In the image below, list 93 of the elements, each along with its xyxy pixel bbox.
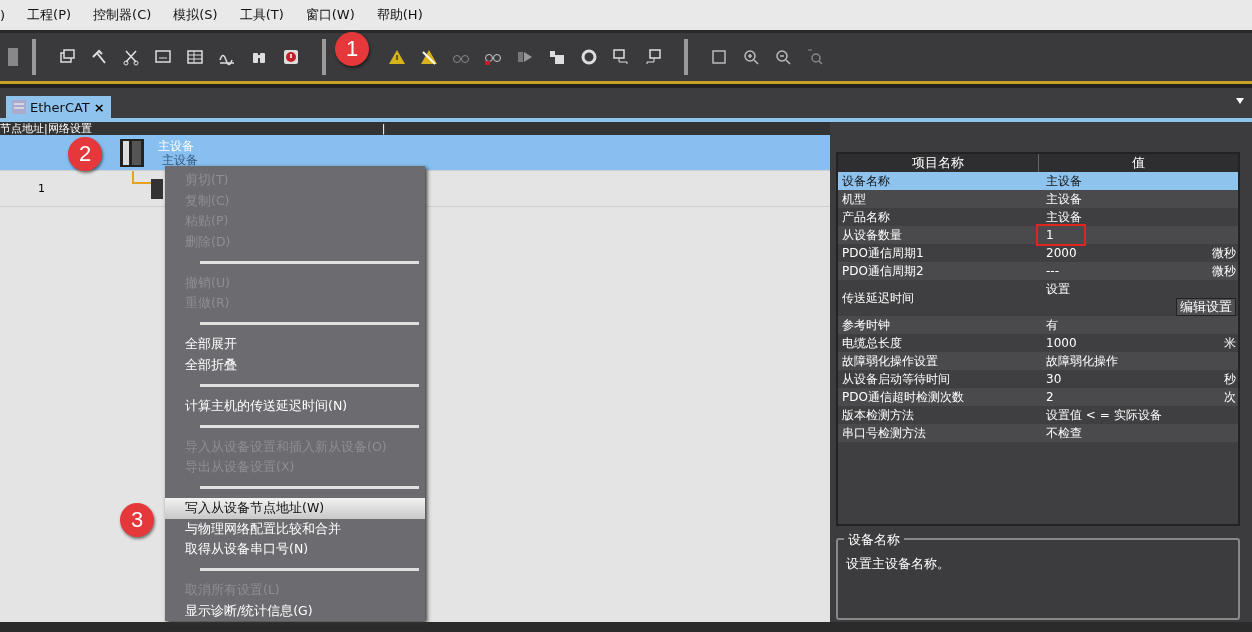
menu-item[interactable]: 与物理网络配置比较和合并 [165, 518, 425, 539]
description-text: 设置主设备名称。 [846, 556, 950, 571]
property-row[interactable]: 传送延迟时间 设置 编辑设置 [838, 280, 1238, 316]
property-value: 主设备 [1045, 209, 1082, 226]
dropdown-icon[interactable] [1236, 98, 1244, 104]
property-name: PDO通信周期2 [841, 263, 925, 280]
property-row[interactable]: PDO通信超时检测次数 2 次 [838, 388, 1238, 406]
menu-item[interactable]: 工程(P) [27, 6, 72, 24]
menu-item[interactable]: 全部展开 [165, 334, 425, 355]
property-row[interactable]: PDO通信周期2 --- 微秒 [838, 262, 1238, 280]
node-address: 1 [37, 182, 45, 195]
property-unit: 微秒 [1212, 263, 1236, 280]
connector-line [131, 171, 151, 185]
property-name: 产品名称 [841, 209, 891, 226]
property-value: 故障弱化操作 [1045, 353, 1118, 370]
slave-device-icon [151, 178, 163, 199]
property-name: 设备名称 [841, 173, 891, 190]
menu-item[interactable]: 全部折叠 [165, 354, 425, 375]
window-icon[interactable] [58, 48, 76, 66]
close-button[interactable]: × [93, 99, 105, 115]
property-value: 不检查 [1045, 425, 1082, 442]
property-row[interactable]: 电缆总长度 1000 米 [838, 334, 1238, 352]
property-value: 1 [1038, 226, 1084, 244]
property-name: PDO通信超时检测次数 [841, 389, 965, 406]
property-unit: 秒 [1224, 371, 1236, 388]
menu-item[interactable]: 窗口(W) [305, 6, 355, 24]
property-name: PDO通信周期1 [841, 245, 925, 262]
network-compare-icon[interactable] [644, 48, 662, 66]
menu-item[interactable]: 帮助(H) [376, 6, 423, 24]
property-value: 设置 [1045, 281, 1071, 298]
network-icon[interactable] [612, 48, 630, 66]
edit-settings-button[interactable]: 编辑设置 [1176, 298, 1236, 316]
property-name: 版本检测方法 [841, 407, 915, 424]
menu-item[interactable]: 模拟(S) [173, 6, 218, 24]
property-name: 传送延迟时间 [841, 290, 915, 307]
property-value: 有 [1045, 317, 1058, 334]
property-row[interactable]: 从设备数量 1 [838, 226, 1238, 244]
monitor-icon[interactable] [154, 48, 172, 66]
property-unit: 米 [1224, 335, 1236, 352]
property-value: 主设备 [1045, 173, 1082, 190]
property-name: 从设备数量 [841, 227, 903, 244]
property-row[interactable]: 机型 主设备 [838, 190, 1238, 208]
column-header: 节点地址|网络设置 [0, 122, 92, 135]
property-row[interactable]: 产品名称 主设备 [838, 208, 1238, 226]
property-row[interactable]: 参考时钟 有 [838, 316, 1238, 334]
property-name: 从设备启动等待时间 [841, 371, 951, 388]
column-divider[interactable]: | [381, 122, 386, 135]
property-row[interactable]: 设备名称 主设备 [838, 172, 1238, 190]
scissors-icon[interactable] [122, 48, 140, 66]
zoom-reset-icon[interactable] [806, 48, 824, 66]
tab[interactable]: EtherCAT × [6, 96, 111, 118]
property-row[interactable]: 串口号检测方法 不检查 [838, 424, 1238, 442]
tab-label: EtherCAT [30, 99, 90, 115]
property-value: 主设备 [1045, 191, 1082, 208]
property-name: 机型 [841, 191, 867, 208]
property-row[interactable]: 故障弱化操作设置 故障弱化操作 [838, 352, 1238, 370]
menu-item[interactable]: 计算主机的传送延迟时间(N) [165, 395, 425, 416]
description-title: 设备名称 [844, 531, 904, 549]
menu-item[interactable]: 写入从设备节点地址(W) [165, 498, 425, 519]
property-unit: 微秒 [1212, 245, 1236, 262]
property-value: --- [1045, 263, 1059, 280]
warning-icon[interactable] [388, 48, 406, 66]
hammer-icon[interactable] [90, 48, 108, 66]
property-name: 串口号检测方法 [841, 425, 927, 442]
property-name: 参考时钟 [841, 317, 891, 334]
property-row[interactable]: 版本检测方法 设置值 < = 实际设备 [838, 406, 1238, 424]
zoom-in-icon[interactable] [742, 48, 760, 66]
property-value: 2 [1045, 389, 1054, 406]
column-header: 项目名称 [911, 154, 965, 172]
property-unit: 次 [1224, 389, 1236, 406]
table-icon[interactable] [186, 48, 204, 66]
device-name: 主设备 [158, 138, 195, 153]
property-value: 2000 [1045, 245, 1077, 262]
property-value: 设置值 < = 实际设备 [1045, 407, 1162, 424]
pen-warning-icon[interactable] [420, 48, 438, 66]
menu-item[interactable]: 工具(T) [239, 6, 284, 24]
menu-item[interactable]: ) [0, 7, 6, 23]
menu-item[interactable]: 显示诊断/统计信息(G) [165, 600, 425, 621]
property-name: 故障弱化操作设置 [841, 353, 939, 370]
property-row[interactable]: 从设备启动等待时间 30 秒 [838, 370, 1238, 388]
menu-item[interactable]: 控制器(C) [93, 6, 152, 24]
document-icon [12, 100, 26, 114]
alert-icon[interactable] [282, 48, 300, 66]
device-model: 主设备 [162, 152, 198, 167]
property-name: 电缆总长度 [841, 335, 903, 352]
controller-icon [120, 138, 144, 167]
menu-item[interactable]: 取得从设备串口号(N) [165, 539, 425, 560]
property-row[interactable]: PDO通信周期1 2000 微秒 [838, 244, 1238, 262]
property-value: 1000 [1045, 335, 1077, 352]
refresh-icon[interactable] [580, 48, 598, 66]
property-value: 30 [1045, 371, 1062, 388]
fit-icon[interactable] [710, 48, 728, 66]
zoom-out-icon[interactable] [774, 48, 792, 66]
